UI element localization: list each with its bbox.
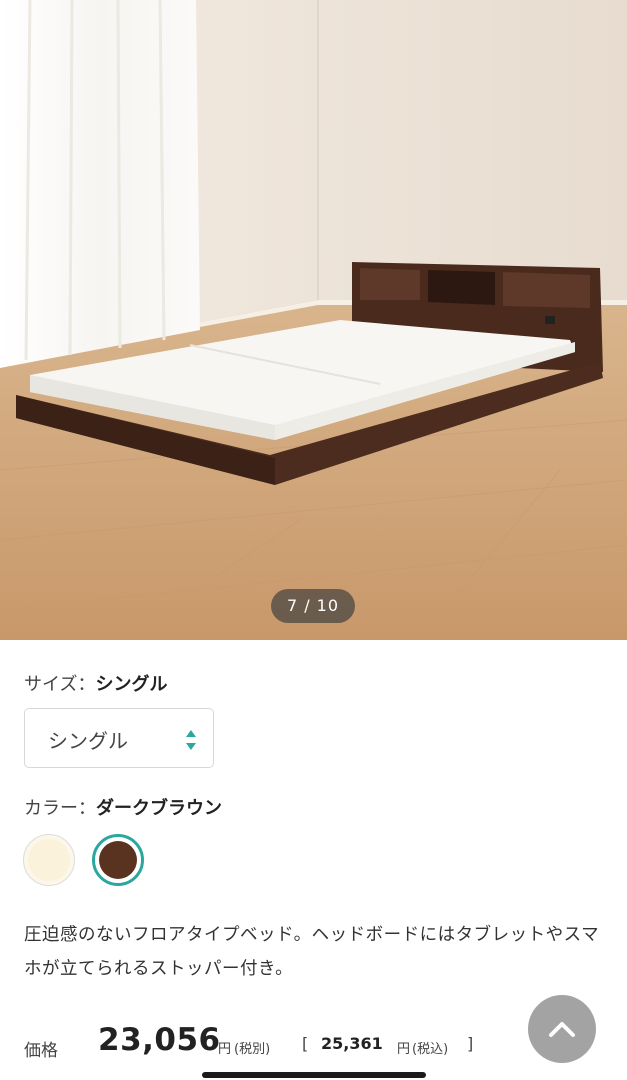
color-option-label: カラー：ダークブラウン bbox=[24, 794, 222, 820]
color-label-text: カラー： bbox=[24, 798, 96, 819]
size-label-text: サイズ： bbox=[24, 674, 96, 695]
chevron-up-icon bbox=[549, 1022, 575, 1037]
scroll-to-top-button[interactable] bbox=[528, 995, 596, 1063]
size-select-value: シングル bbox=[48, 729, 128, 753]
image-counter: 7 / 10 bbox=[271, 589, 355, 623]
price-incl-note: (税込) bbox=[412, 1042, 449, 1057]
ivory-swatch-fill bbox=[28, 839, 70, 881]
size-option-label: サイズ：シングル bbox=[24, 670, 167, 696]
home-indicator bbox=[202, 1072, 426, 1078]
bracket-close: ] bbox=[467, 1034, 474, 1053]
price-incl-tax: 25,361 bbox=[321, 1034, 383, 1053]
color-selected-value: ダークブラウン bbox=[96, 798, 222, 819]
bed-photo bbox=[0, 0, 627, 640]
price-tax-note: (税別) bbox=[234, 1042, 271, 1057]
size-selected-value: シングル bbox=[95, 674, 168, 695]
size-select[interactable]: シングル bbox=[24, 708, 214, 768]
select-updown-icon bbox=[186, 730, 196, 750]
bracket-open: [ bbox=[302, 1034, 309, 1053]
price-incl-unit: 円 bbox=[397, 1042, 411, 1057]
price-label: 価格 bbox=[24, 1041, 58, 1061]
product-image[interactable]: 7 / 10 bbox=[0, 0, 627, 640]
price-excl-tax: 23,056 bbox=[98, 1022, 221, 1058]
price-row: 価格 23,056 円 (税別) [ 25,361 円 (税込) ] bbox=[24, 1020, 524, 1068]
product-description: 圧迫感のないフロアタイプベッド。ヘッドボードにはタブレットやスマホが立てられるス… bbox=[24, 925, 600, 979]
color-swatch-ivory[interactable] bbox=[23, 834, 75, 886]
color-swatch-dark-brown[interactable] bbox=[92, 834, 144, 886]
price-unit: 円 bbox=[218, 1042, 232, 1057]
dark-brown-swatch-fill bbox=[99, 841, 137, 879]
